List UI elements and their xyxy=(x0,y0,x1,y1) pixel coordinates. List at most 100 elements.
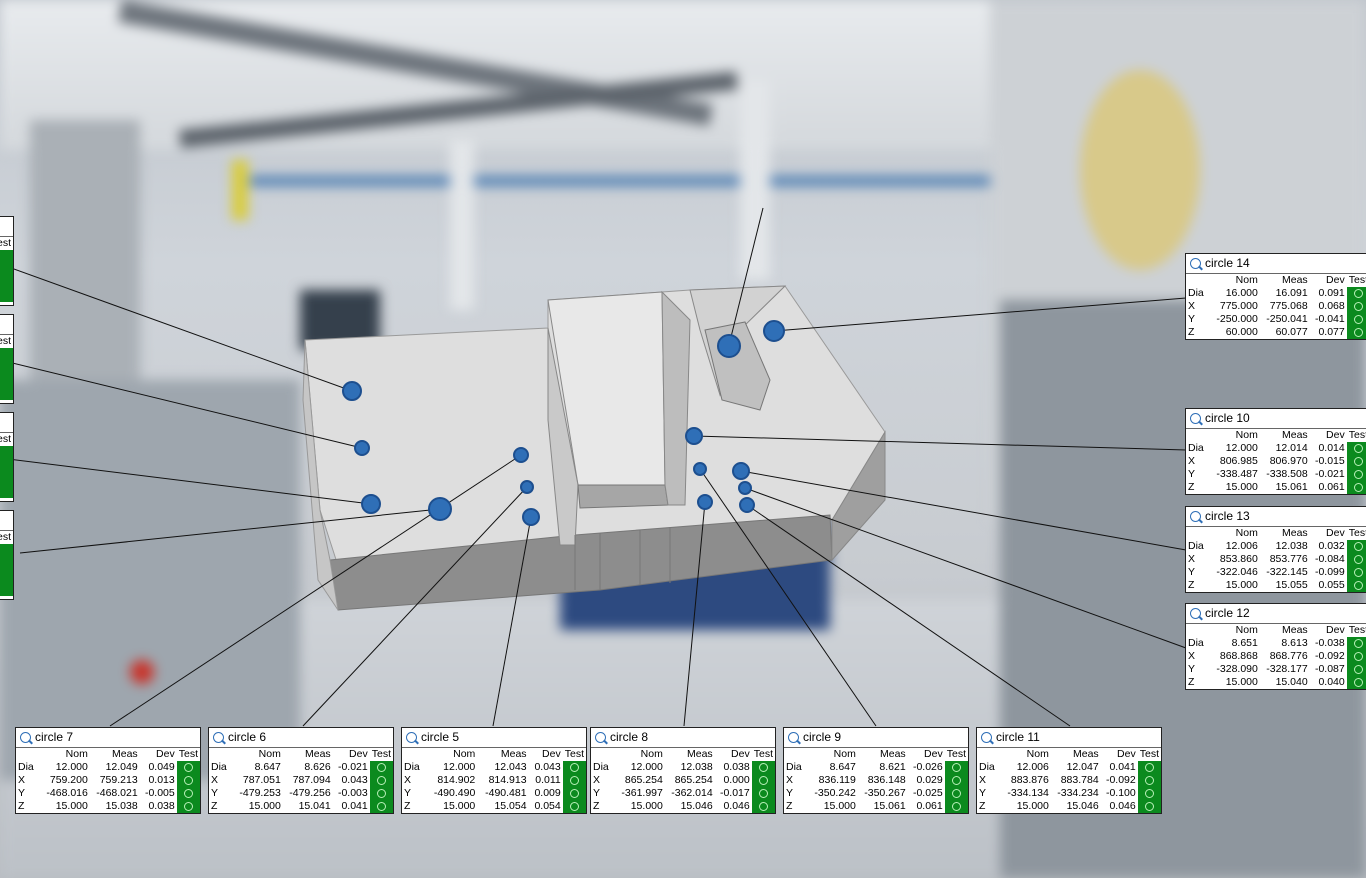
inspection-icon xyxy=(1190,258,1201,269)
hole-marker xyxy=(522,508,540,526)
panel-title: circle 13 xyxy=(1205,509,1250,523)
test-header: est xyxy=(0,335,12,347)
inspection-icon xyxy=(788,732,799,743)
pass-circle-icon xyxy=(1144,788,1154,798)
pass-circle-icon xyxy=(1353,288,1363,298)
part-slot-right xyxy=(661,290,691,506)
inspection-icon xyxy=(406,732,417,743)
panel-title: circle 10 xyxy=(1205,411,1250,425)
partial-panel-left-4[interactable]: est xyxy=(0,510,14,600)
pass-circle-icon xyxy=(1353,567,1363,577)
pass-circle-icon xyxy=(376,762,386,772)
pass-circle-icon xyxy=(183,762,193,772)
panel-circle-13[interactable]: circle 13 NomMeasDevTest Dia12.00612.038… xyxy=(1185,506,1366,593)
pass-circle-icon xyxy=(758,762,768,772)
hole-marker xyxy=(354,440,370,456)
test-header: est xyxy=(0,237,12,249)
pass-circle-icon xyxy=(1353,327,1363,337)
panel-title: circle 8 xyxy=(610,730,649,744)
panel-title: circle 9 xyxy=(803,730,842,744)
hole-marker xyxy=(739,497,755,513)
inspection-icon xyxy=(981,732,992,743)
partial-panel-left-1[interactable]: est xyxy=(0,216,14,306)
measurement-table: NomMeasDevTest Dia12.00612.0380.032 X853… xyxy=(1186,527,1366,592)
hole-marker xyxy=(693,462,707,476)
measurement-table: Nom Meas Dev Test Dia 12.000 12.038 0.038 X 865… xyxy=(593,748,775,813)
pass-circle-icon xyxy=(376,775,386,785)
panel-circle-12[interactable]: circle 12 NomMeasDevTest Dia8.6518.613-0… xyxy=(1185,603,1366,690)
inspection-icon xyxy=(1190,413,1201,424)
panel-circle-7[interactable]: circle 7 Nom Meas Dev Test Dia 12.000 12.049 0… xyxy=(15,727,201,814)
hole-marker xyxy=(520,480,534,494)
pass-circle-icon xyxy=(1353,301,1363,311)
pass-circle-icon xyxy=(1353,456,1363,466)
measurement-table: NomMeasDevTest Dia12.00012.0140.014 X806… xyxy=(1186,429,1366,494)
hole-marker xyxy=(732,462,750,480)
pass-circle-icon xyxy=(569,801,579,811)
pass-circle-icon xyxy=(1353,638,1363,648)
pass-circle-icon xyxy=(1353,554,1363,564)
hole-marker xyxy=(763,320,785,342)
pass-circle-icon xyxy=(1144,775,1154,785)
pass-circle-icon xyxy=(1353,482,1363,492)
panel-title: circle 5 xyxy=(421,730,460,744)
measurement-table: Nom Meas Dev Test Dia 8.647 8.626 -0.021 X 787.… xyxy=(211,748,393,813)
pass-circle-icon xyxy=(183,788,193,798)
pass-circle-icon xyxy=(1144,762,1154,772)
pass-circle-icon xyxy=(1353,651,1363,661)
pass-circle-icon xyxy=(1353,580,1363,590)
partial-panel-left-2[interactable]: est xyxy=(0,314,14,404)
pass-circle-icon xyxy=(569,788,579,798)
pass-circle-icon xyxy=(951,788,961,798)
pass-circle-icon xyxy=(569,762,579,772)
panel-circle-10[interactable]: circle 10 NomMeasDevTest Dia12.00012.014… xyxy=(1185,408,1366,495)
panel-circle-5[interactable]: circle 5 Nom Meas Dev Test Dia 12.000 12.043 0… xyxy=(401,727,587,814)
pass-circle-icon xyxy=(758,788,768,798)
panel-title: circle 11 xyxy=(996,730,1040,744)
pass-circle-icon xyxy=(1353,469,1363,479)
pass-circle-icon xyxy=(951,762,961,772)
part-slot-floor xyxy=(577,484,669,509)
hole-marker xyxy=(361,494,381,514)
hole-marker xyxy=(428,497,452,521)
pass-circle-icon xyxy=(1144,801,1154,811)
inspection-icon xyxy=(20,732,31,743)
pass-circle-icon xyxy=(1353,443,1363,453)
inspection-icon xyxy=(1190,511,1201,522)
pass-circle-icon xyxy=(1353,314,1363,324)
panel-title: circle 6 xyxy=(228,730,267,744)
hole-marker xyxy=(697,494,713,510)
hole-marker xyxy=(342,381,362,401)
panel-circle-8[interactable]: circle 8 Nom Meas Dev Test Dia 12.000 12.038 0… xyxy=(590,727,776,814)
panel-circle-6[interactable]: circle 6 Nom Meas Dev Test Dia 8.647 8.626 -0.… xyxy=(208,727,394,814)
measurement-table: NomMeasDevTest Dia8.6518.613-0.038 X868.… xyxy=(1186,624,1366,689)
inspection-icon xyxy=(595,732,606,743)
hole-marker xyxy=(717,334,741,358)
pass-circle-icon xyxy=(758,775,768,785)
pass-circle-icon xyxy=(1353,677,1363,687)
hole-marker xyxy=(738,481,752,495)
pass-circle-icon xyxy=(1353,664,1363,674)
pass-circle-icon xyxy=(1353,541,1363,551)
pass-circle-icon xyxy=(569,775,579,785)
hole-marker xyxy=(685,427,703,445)
panel-circle-14[interactable]: circle 14 NomMeasDevTest Dia16.00016.091… xyxy=(1185,253,1366,340)
pass-circle-icon xyxy=(183,801,193,811)
pass-circle-icon xyxy=(376,788,386,798)
pass-circle-icon xyxy=(376,801,386,811)
test-header: est xyxy=(0,531,12,543)
measurement-table: NomMeasDevTest Dia16.00016.0910.091 X775… xyxy=(1186,274,1366,339)
panel-circle-9[interactable]: circle 9 Nom Meas Dev Test Dia 8.647 8.621 -0.… xyxy=(783,727,969,814)
test-header: est xyxy=(0,433,12,445)
measurement-table: Nom Meas Dev Test Dia 12.006 12.047 0.041 X 883… xyxy=(979,748,1161,813)
pass-circle-icon xyxy=(951,775,961,785)
measurement-table: Nom Meas Dev Test Dia 8.647 8.621 -0.026 X 836.… xyxy=(786,748,968,813)
inspection-icon xyxy=(1190,608,1201,619)
partial-panel-left-3[interactable]: est xyxy=(0,412,14,502)
pass-circle-icon xyxy=(951,801,961,811)
panel-circle-11[interactable]: circle 11 Nom Meas Dev Test Dia 12.006 12.047… xyxy=(976,727,1162,814)
measurement-table: Nom Meas Dev Test Dia 12.000 12.049 0.049 X 759… xyxy=(18,748,200,813)
inspection-icon xyxy=(213,732,224,743)
panel-title: circle 12 xyxy=(1205,606,1250,620)
hole-marker xyxy=(513,447,529,463)
